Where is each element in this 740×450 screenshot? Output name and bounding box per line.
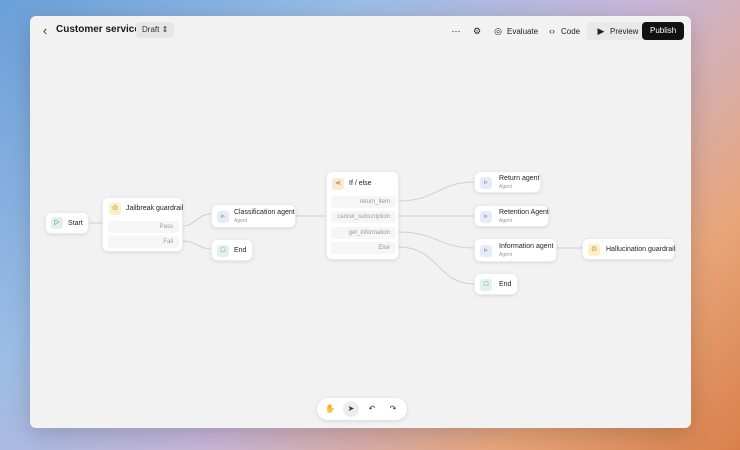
- pointer-icon[interactable]: ➤: [343, 401, 359, 417]
- edge-fail-end: [182, 240, 212, 250]
- agent-icon: ▹: [480, 245, 492, 257]
- hand-icon[interactable]: ✋: [322, 401, 338, 417]
- node-information-label: Information agent: [499, 243, 554, 250]
- condition-else: Else: [331, 242, 396, 254]
- canvas-toolbar: ✋ ➤ ↶ ↷: [317, 398, 407, 420]
- shield-icon: ⊙: [109, 203, 121, 215]
- agent-icon: ▹: [217, 211, 229, 223]
- undo-icon[interactable]: ↶: [364, 401, 380, 417]
- node-end-1[interactable]: □ End: [211, 239, 253, 261]
- play-icon: ▷: [51, 217, 63, 229]
- edge-else: [398, 246, 475, 285]
- node-retention-label: Retention Agent: [499, 209, 549, 216]
- node-hallucination-label: Hallucination guardrail: [606, 246, 676, 253]
- node-information-agent[interactable]: ▹ Information agent Agent: [474, 238, 557, 262]
- edge-pass-classification: [182, 213, 212, 227]
- node-return-sub: Agent: [499, 184, 513, 190]
- output-pass: Pass: [108, 221, 179, 233]
- output-fail: Fail: [108, 236, 179, 248]
- node-classification-agent[interactable]: ▹ Classification agent Agent: [211, 204, 296, 228]
- node-ifelse-label: If / else: [349, 180, 372, 187]
- node-information-sub: Agent: [499, 252, 513, 258]
- node-start[interactable]: ▷ Start: [45, 212, 89, 234]
- condition-get-information: get_information: [331, 227, 396, 239]
- node-start-label: Start: [68, 220, 83, 227]
- redo-icon[interactable]: ↷: [385, 401, 401, 417]
- branch-icon: ⋖: [332, 178, 344, 190]
- node-return-label: Return agent: [499, 175, 540, 182]
- edge-info: [398, 231, 475, 249]
- node-hallucination-guardrail[interactable]: ⊙ Hallucination guardrail: [582, 238, 675, 260]
- node-classification-sub: Agent: [234, 218, 248, 224]
- node-end-2-label: End: [499, 281, 512, 288]
- node-jailbreak-label: Jailbreak guardrail: [126, 205, 184, 212]
- agent-icon: ▹: [480, 211, 492, 223]
- shield-icon: ⊙: [588, 244, 600, 256]
- node-retention-sub: Agent: [499, 218, 513, 224]
- node-end-1-label: End: [234, 247, 247, 254]
- node-return-agent[interactable]: ▹ Return agent Agent: [474, 171, 541, 193]
- node-jailbreak-guardrail[interactable]: ⊙ Jailbreak guardrail Pass Fail: [102, 197, 183, 252]
- stop-icon: □: [480, 279, 492, 291]
- node-if-else[interactable]: ⋖ If / else return_item cancel_subscript…: [326, 171, 399, 260]
- edge-return: [398, 181, 475, 202]
- node-end-2[interactable]: □ End: [474, 273, 518, 295]
- condition-cancel-subscription: cancel_subscription: [331, 211, 396, 223]
- builder-window: ‹ Customer service Draft ⇕ ⋯ ⚙ ◎ Evaluate…: [30, 16, 691, 428]
- node-retention-agent[interactable]: ▹ Retention Agent Agent: [474, 205, 549, 227]
- node-classification-label: Classification agent: [234, 209, 295, 216]
- stop-icon: □: [217, 245, 229, 257]
- condition-return-item: return_item: [331, 196, 396, 208]
- agent-icon: ▹: [480, 177, 492, 189]
